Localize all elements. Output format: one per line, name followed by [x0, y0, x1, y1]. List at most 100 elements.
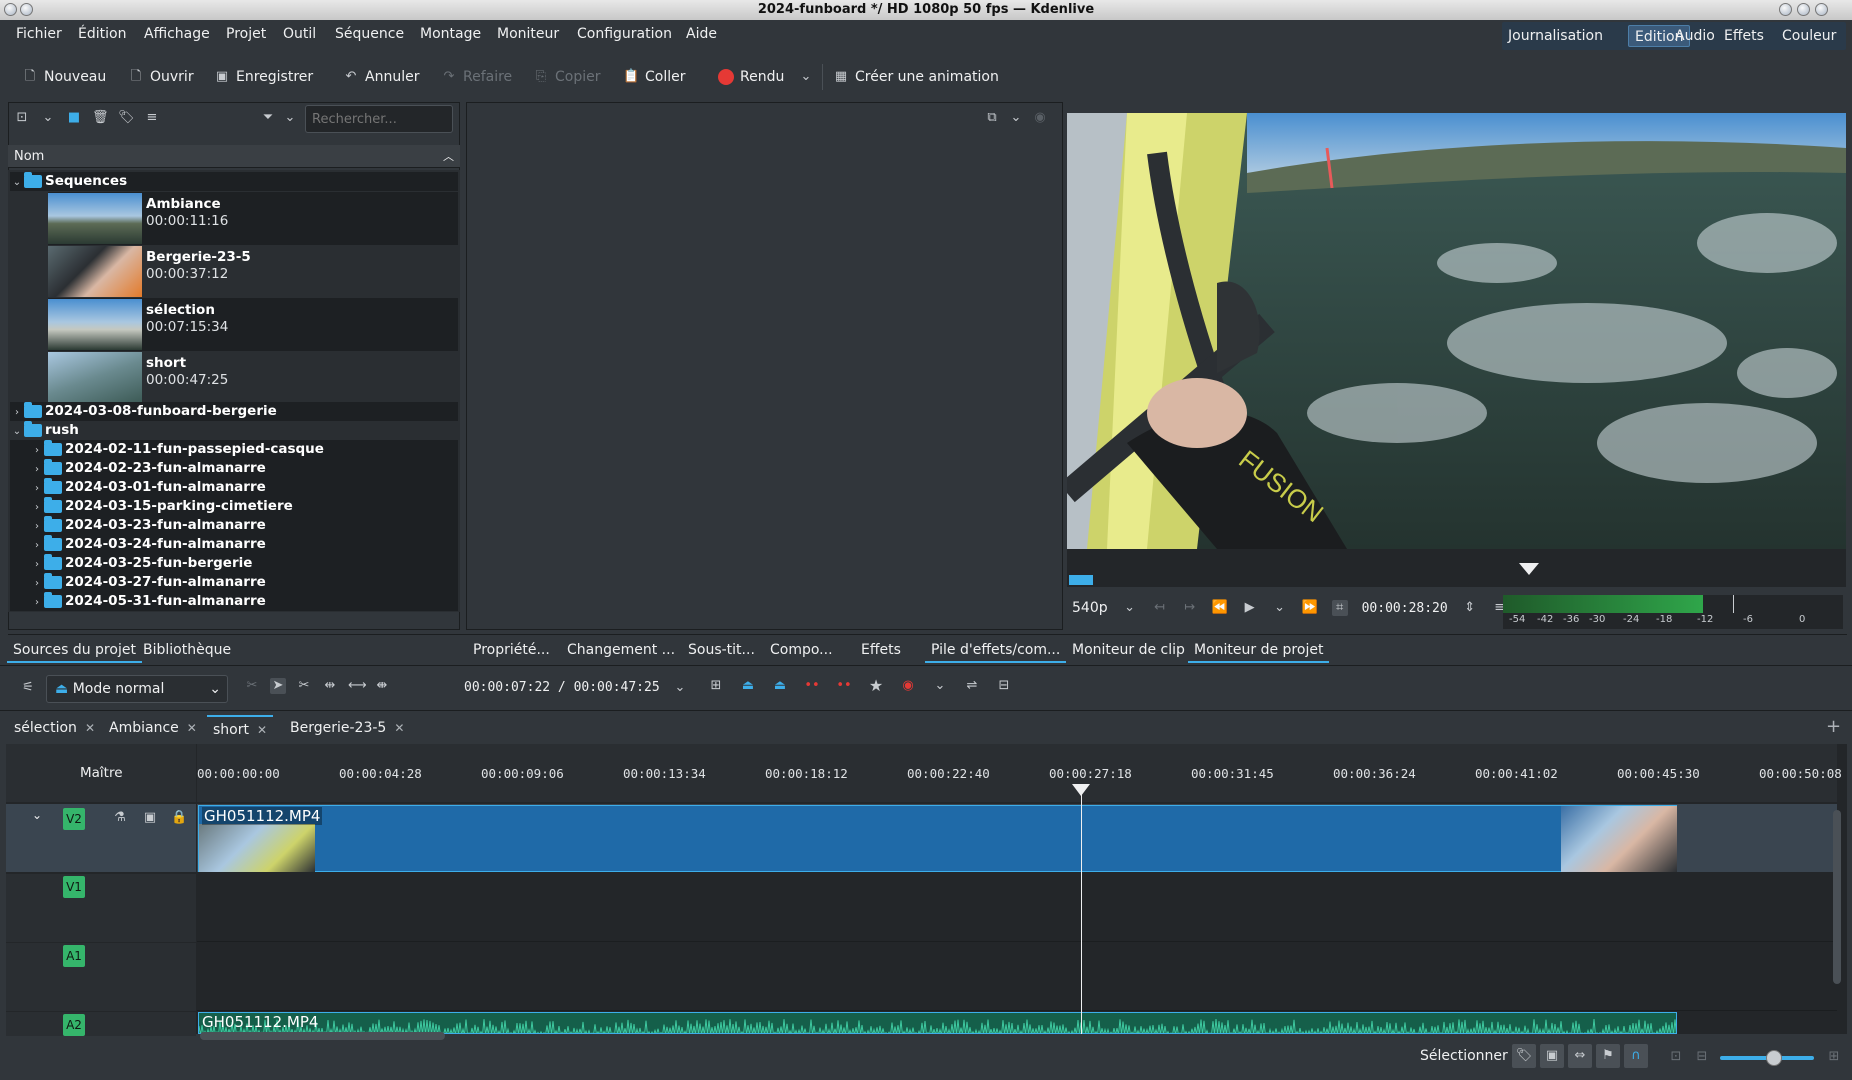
overwrite-icon[interactable]: ⏏ [772, 678, 788, 694]
dock-tab-left-1[interactable]: Sources du projet [7, 637, 142, 663]
track-header-v1[interactable]: V1 [6, 874, 196, 942]
dock-tab-middle-3[interactable]: Sous-tit... [682, 637, 761, 663]
crop-icon[interactable]: ⌗ [1331, 600, 1348, 616]
play-icon[interactable]: ▶ [1242, 600, 1258, 616]
menu-1[interactable]: Fichier [16, 26, 62, 42]
razor-disabled-icon[interactable]: ✂ [244, 678, 260, 694]
expand-chevron-icon[interactable]: › [30, 517, 44, 536]
menu-7[interactable]: Montage [420, 26, 481, 42]
new-folder-icon[interactable]: ■ [66, 110, 82, 126]
close-tab-icon[interactable]: ✕ [85, 715, 95, 741]
folder-funboard-bergerie[interactable]: › 2024-03-08-funboard-bergerie [10, 401, 458, 422]
dock-tab-right-1[interactable]: Moniteur de clip [1066, 637, 1191, 663]
track-header-a1[interactable]: A1 [6, 943, 196, 1011]
track-collapse-chevron-icon[interactable]: ⌄ [32, 808, 42, 822]
timecode-spinner-icon[interactable]: ⇕ [1462, 600, 1478, 616]
insert-icon[interactable]: ⏏ [740, 678, 756, 694]
zoom-slider-handle[interactable] [1766, 1050, 1782, 1066]
open-button[interactable]: 🗋 Ouvrir [128, 66, 194, 88]
sequence-item[interactable]: sélection 00:07:15:34 [48, 298, 458, 351]
dock-tab-right-2[interactable]: Moniteur de projet [1188, 637, 1330, 663]
resolution-chevron-icon[interactable]: ⌄ [1122, 600, 1138, 616]
timeline-playhead[interactable] [1072, 784, 1090, 796]
window-menu-icon[interactable] [4, 3, 17, 16]
add-clip-icon[interactable]: ⊡ [14, 110, 30, 126]
lock-track-icon[interactable]: 🔒 [171, 810, 187, 826]
workspace-tab-1[interactable]: Journalisation [1502, 25, 1609, 47]
video-clip[interactable]: GH051112.MP4 [198, 805, 1677, 872]
play-menu-chevron-icon[interactable]: ⌄ [1272, 600, 1288, 616]
close-tab-icon[interactable]: ✕ [257, 717, 267, 741]
dock-tab-middle-5[interactable]: Effets [855, 637, 907, 663]
rush-subfolder[interactable]: › 2024-03-15-parking-cimetiere [10, 496, 458, 516]
zoom-in-icon[interactable]: ⊞ [1826, 1049, 1842, 1065]
menu-6[interactable]: Séquence [335, 26, 404, 42]
close-window-icon[interactable] [1815, 3, 1828, 16]
tag-filter-icon[interactable]: 🏷 [1512, 1044, 1536, 1068]
monitor-timecode[interactable]: 00:00:28:20 [1362, 601, 1448, 616]
new-button[interactable]: 🗋 Nouveau [22, 66, 107, 88]
collapse-chevron-icon[interactable]: › [10, 403, 24, 422]
workspace-tab-4[interactable]: Effets [1718, 25, 1770, 47]
close-tab-icon[interactable]: ✕ [187, 715, 197, 741]
save-button[interactable]: ▣ Enregistrer [214, 66, 313, 88]
rewind-icon[interactable]: ⏪ [1212, 600, 1228, 616]
monitor-ruler[interactable] [1067, 549, 1846, 587]
set-zone-out-icon[interactable]: ↦ [1182, 600, 1198, 616]
menu-2[interactable]: Édition [78, 26, 126, 42]
rush-subfolder[interactable]: › 2024-03-01-fun-almanarre [10, 477, 458, 497]
edit-mode-select[interactable]: ⏏ Mode normal ⌄ [46, 675, 228, 703]
rush-subfolder[interactable]: › 2024-03-25-fun-bergerie [10, 553, 458, 573]
position-chevron-icon[interactable]: ⌄ [672, 680, 688, 696]
playhead-marker[interactable] [1519, 563, 1539, 575]
window-sticky-icon[interactable] [20, 3, 33, 16]
paste-button[interactable]: 📋 Coller [623, 66, 686, 88]
timeline-tab[interactable]: sélection ✕ [8, 715, 101, 741]
rush-subfolder[interactable]: › 2024-05-31-fun-almanarre [10, 591, 458, 611]
bin-column-header[interactable]: Nom ︿ [8, 145, 460, 168]
redo-button[interactable]: ↷ Refaire [441, 66, 513, 88]
track-header-a2[interactable]: A2 [6, 1012, 196, 1036]
dock-tab-left-2[interactable]: Bibliothèque [137, 637, 237, 663]
expand-chevron-icon[interactable]: › [30, 536, 44, 555]
close-tab-icon[interactable]: ✕ [394, 715, 404, 741]
maximize-icon[interactable] [1797, 3, 1810, 16]
vertical-scrollbar[interactable] [1833, 810, 1841, 984]
thumbnail-icon[interactable]: ▣ [1540, 1044, 1564, 1068]
fast-forward-icon[interactable]: ⏩ [1302, 600, 1318, 616]
zone-marker[interactable] [1069, 575, 1093, 585]
sequence-item[interactable]: short 00:00:47:25 [48, 351, 458, 404]
menu-5[interactable]: Outil [283, 26, 316, 42]
panel-menu-chevron-icon[interactable]: ⌄ [1008, 110, 1024, 126]
record-icon[interactable]: ◉ [900, 678, 916, 694]
zoom-fit-icon[interactable]: ⊡ [1668, 1049, 1684, 1065]
audio-clip[interactable]: GH051112.MP4 [198, 1012, 1677, 1034]
rush-folder[interactable]: ⌄ rush [10, 420, 458, 441]
sort-ascending-icon[interactable]: ︿ [443, 145, 454, 168]
mixer-icon[interactable]: ⇌ [964, 678, 980, 694]
record-menu-chevron-icon[interactable]: ⌄ [932, 678, 948, 694]
zoom-slider[interactable] [1720, 1050, 1814, 1066]
select-tool-icon[interactable]: ➤ [270, 678, 286, 694]
rush-subfolder[interactable]: › 2024-02-23-fun-almanarre [10, 458, 458, 478]
dock-tab-middle-4[interactable]: Compo... [764, 637, 839, 663]
add-clip-menu-chevron-icon[interactable]: ⌄ [40, 110, 56, 126]
filter-icon[interactable]: ⏷ [260, 110, 276, 126]
timeline-position[interactable]: 00:00:07:22 / 00:00:47:25 [464, 680, 660, 695]
menu-8[interactable]: Moniteur [497, 26, 559, 42]
fit-zoom-icon[interactable]: ⊞ [708, 678, 724, 694]
expand-chevron-icon[interactable]: ⌄ [10, 422, 24, 441]
menu-10[interactable]: Aide [686, 26, 717, 42]
list-view-icon[interactable]: ≡ [144, 110, 160, 126]
master-track-header[interactable]: Maître [6, 744, 196, 802]
rush-subfolder[interactable]: › 2024-02-11-fun-passepied-casque [10, 439, 458, 459]
workspace-tab-3[interactable]: Audio [1669, 25, 1721, 47]
timeline-tab[interactable]: short ✕ [207, 715, 274, 741]
copy-button[interactable]: ⎘ Copier [533, 66, 601, 88]
snap-magnet-icon[interactable]: ∩ [1624, 1044, 1648, 1068]
horizontal-scrollbar[interactable] [200, 1032, 445, 1040]
dock-tab-middle-6[interactable]: Pile d'effets/com... [925, 637, 1067, 663]
undo-button[interactable]: ↶ Annuler [343, 66, 420, 88]
rush-subfolder[interactable]: › 2024-03-27-fun-almanarre [10, 572, 458, 592]
disable-track-icon[interactable]: ▣ [142, 810, 158, 826]
